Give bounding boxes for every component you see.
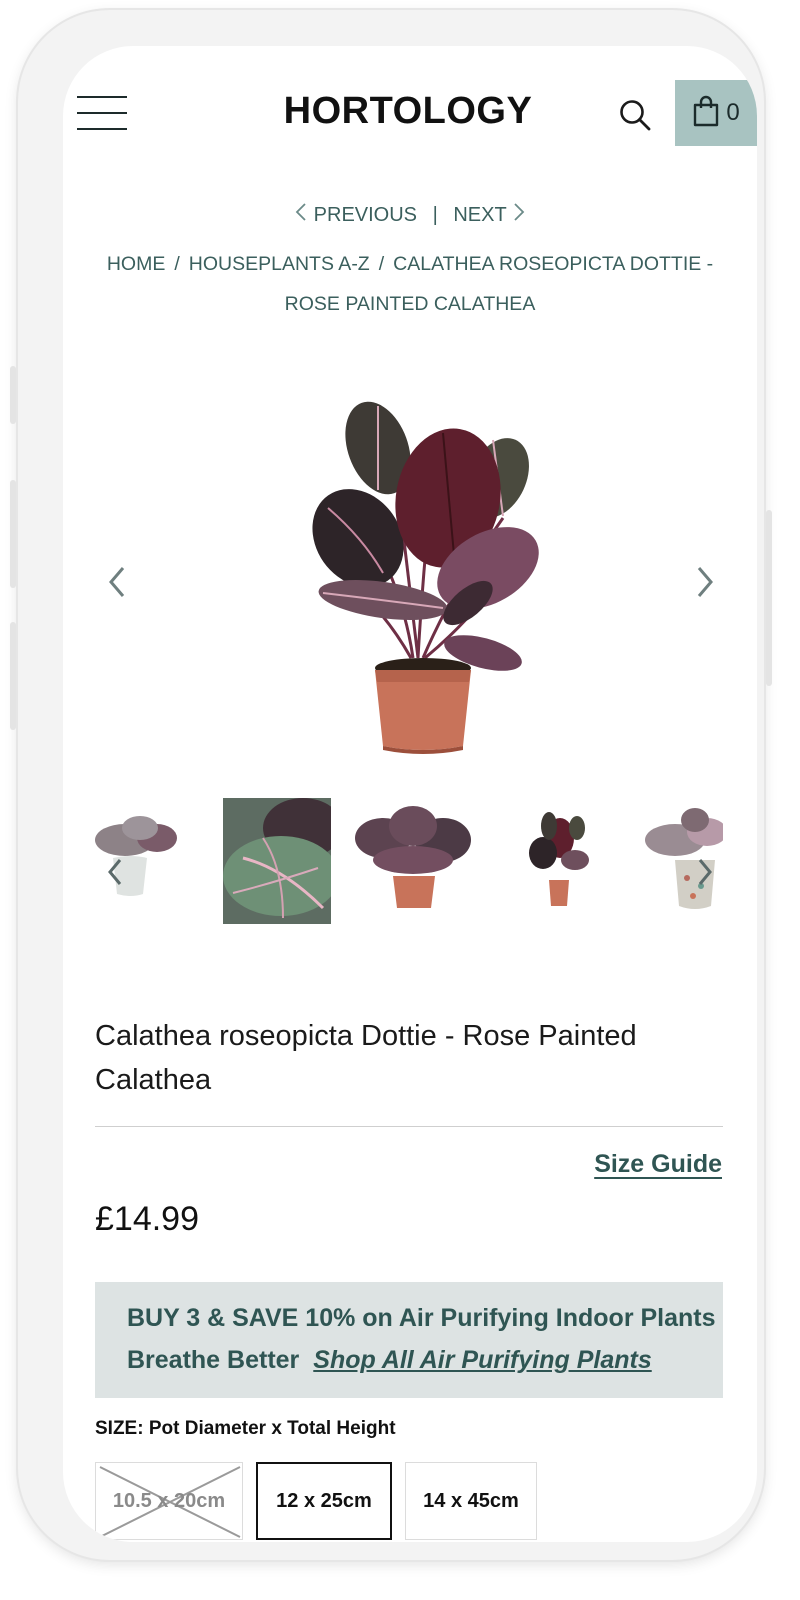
breadcrumb: HOME / HOUSEPLANTS A-Z / CALATHEA ROSEOPICTA… xyxy=(93,244,727,324)
promo-tagline: Breathe Better xyxy=(127,1346,300,1374)
product-pager: PREVIOUS | NEXT xyxy=(63,202,757,228)
product-main-image[interactable] xyxy=(283,368,553,758)
chevron-right-icon xyxy=(512,202,526,228)
side-button xyxy=(10,366,16,424)
cart-button[interactable]: 0 xyxy=(675,80,757,146)
chevron-right-icon[interactable] xyxy=(689,562,719,602)
pager-separator: | xyxy=(432,204,438,226)
menu-bar xyxy=(77,112,127,114)
next-link[interactable]: NEXT xyxy=(448,202,526,228)
side-button xyxy=(10,480,16,588)
size-guide-link[interactable]: Size Guide xyxy=(594,1150,722,1179)
search-icon[interactable] xyxy=(618,98,652,132)
chevron-right-icon[interactable] xyxy=(693,854,717,890)
hamburger-menu-icon[interactable] xyxy=(77,96,127,132)
size-option-unavailable[interactable]: 10.5 x 20cm xyxy=(95,1462,243,1540)
size-option-label: 10.5 x 20cm xyxy=(112,1489,226,1512)
thumbnail-image[interactable] xyxy=(353,798,473,924)
previous-link[interactable]: PREVIOUS xyxy=(294,202,422,228)
size-label: SIZE: Pot Diameter x Total Height xyxy=(95,1418,396,1439)
chevron-left-icon[interactable] xyxy=(103,854,127,890)
breadcrumb-separator: / xyxy=(378,253,385,275)
cart-count: 0 xyxy=(726,99,740,126)
size-option-label: 14 x 45cm xyxy=(423,1489,519,1512)
previous-label: PREVIOUS xyxy=(313,204,418,226)
promo-subline: Breathe Better Shop All Air Purifying Pla… xyxy=(127,1346,652,1375)
screen: HORTOLOGY 0 PREVIOUS | NEXT HOME / HOUSE… xyxy=(63,46,757,1542)
chevron-left-icon xyxy=(294,202,308,228)
product-title: Calathea roseopicta Dottie - Rose Painte… xyxy=(95,1020,637,1096)
thumbnail-image[interactable] xyxy=(223,798,343,924)
divider xyxy=(95,1126,723,1127)
breadcrumb-home[interactable]: HOME xyxy=(107,253,166,275)
menu-bar xyxy=(77,128,127,130)
thumbnail-image[interactable] xyxy=(505,798,605,924)
site-logo[interactable]: HORTOLOGY xyxy=(243,90,573,133)
size-option[interactable]: 14 x 45cm xyxy=(405,1462,537,1540)
breadcrumb-houseplants[interactable]: HOUSEPLANTS A-Z xyxy=(189,253,370,275)
size-option-selected[interactable]: 12 x 25cm xyxy=(256,1462,392,1540)
shopping-bag-icon xyxy=(692,95,720,132)
shop-air-purifying-link[interactable]: Shop All Air Purifying Plants xyxy=(313,1346,651,1374)
chevron-left-icon[interactable] xyxy=(103,562,133,602)
thumbnail-strip xyxy=(95,798,723,924)
menu-bar xyxy=(77,96,127,98)
promo-headline: BUY 3 & SAVE 10% on Air Purifying Indoor… xyxy=(127,1304,716,1332)
next-label: NEXT xyxy=(453,204,507,226)
breadcrumb-separator: / xyxy=(174,253,180,275)
phone-frame: HORTOLOGY 0 PREVIOUS | NEXT HOME / HOUSE… xyxy=(10,10,772,1560)
promo-banner: BUY 3 & SAVE 10% on Air Purifying Indoor… xyxy=(95,1282,723,1398)
size-option-label: 12 x 25cm xyxy=(276,1489,372,1512)
side-button xyxy=(766,510,772,686)
side-button xyxy=(10,622,16,730)
product-price: £14.99 xyxy=(95,1200,199,1238)
